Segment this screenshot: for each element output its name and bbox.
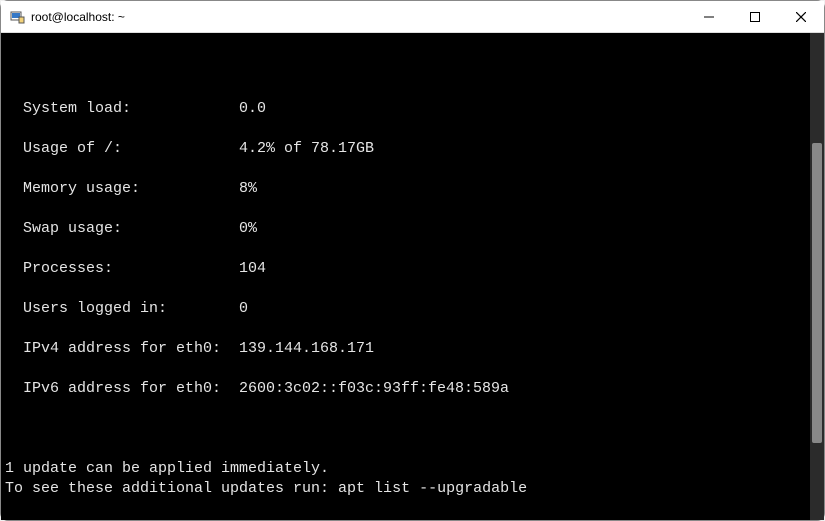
stat-value: 139.144.168.171 — [239, 340, 374, 357]
close-icon — [796, 12, 806, 22]
stat-value: 104 — [239, 260, 266, 277]
stat-value: 4.2% of 78.17GB — [239, 140, 374, 157]
stat-label: Processes: — [23, 259, 239, 279]
stat-system-load: System load:0.0 — [5, 99, 810, 119]
window-titlebar: root@localhost: ~ — [1, 1, 824, 33]
stat-swap-usage: Swap usage:0% — [5, 219, 810, 239]
stat-value: 0 — [239, 300, 248, 317]
stat-value: 0.0 — [239, 100, 266, 117]
blank-line — [5, 420, 14, 437]
stat-disk-usage: Usage of /:4.2% of 78.17GB — [5, 139, 810, 159]
updates-line-2: To see these additional updates run: apt… — [5, 480, 527, 497]
window-title: root@localhost: ~ — [31, 10, 125, 24]
stat-label: IPv6 address for eth0: — [23, 379, 239, 399]
blank-line — [5, 440, 14, 457]
maximize-button[interactable] — [732, 1, 778, 32]
stat-memory-usage: Memory usage:8% — [5, 179, 810, 199]
stat-label: Memory usage: — [23, 179, 239, 199]
scrollbar-thumb[interactable] — [812, 143, 822, 443]
stat-label: Usage of /: — [23, 139, 239, 159]
window-controls — [686, 1, 824, 32]
blank-line — [5, 500, 14, 517]
stat-users-logged-in: Users logged in:0 — [5, 299, 810, 319]
stat-value: 0% — [239, 220, 257, 237]
stat-value: 2600:3c02::f03c:93ff:fe48:589a — [239, 380, 509, 397]
minimize-icon — [704, 12, 714, 22]
updates-line-1: 1 update can be applied immediately. — [5, 460, 329, 477]
stat-processes: Processes:104 — [5, 259, 810, 279]
stat-label: IPv4 address for eth0: — [23, 339, 239, 359]
scrollbar-track[interactable] — [810, 33, 824, 520]
terminal-area[interactable]: System load:0.0 Usage of /:4.2% of 78.17… — [1, 33, 824, 520]
minimize-button[interactable] — [686, 1, 732, 32]
stat-ipv4: IPv4 address for eth0:139.144.168.171 — [5, 339, 810, 359]
blank-line — [5, 59, 810, 79]
maximize-icon — [750, 12, 760, 22]
stat-label: System load: — [23, 99, 239, 119]
putty-icon — [9, 9, 25, 25]
terminal-output[interactable]: System load:0.0 Usage of /:4.2% of 78.17… — [1, 33, 810, 520]
stat-ipv6: IPv6 address for eth0:2600:3c02::f03c:93… — [5, 379, 810, 399]
stat-label: Users logged in: — [23, 299, 239, 319]
stat-label: Swap usage: — [23, 219, 239, 239]
close-button[interactable] — [778, 1, 824, 32]
stat-value: 8% — [239, 180, 257, 197]
